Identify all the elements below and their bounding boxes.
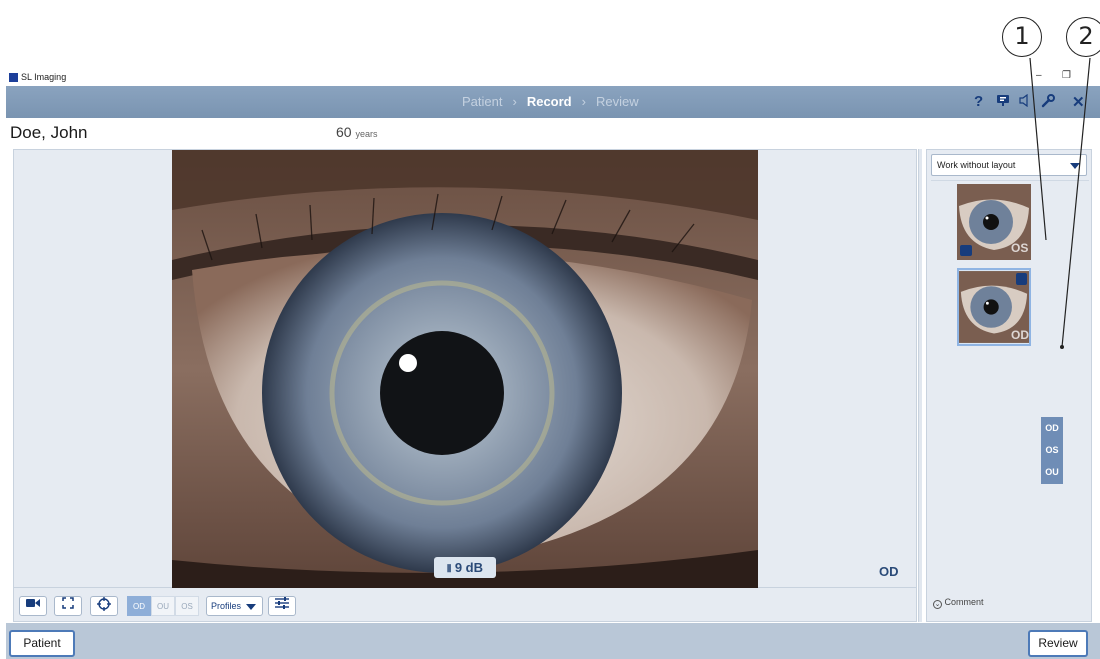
chevron-down-icon — [246, 604, 256, 610]
review-button[interactable]: Review — [1028, 630, 1088, 657]
video-icon — [960, 245, 972, 256]
crosshair-icon — [97, 597, 111, 614]
fullscreen-icon — [62, 597, 74, 612]
layout-select[interactable]: Work without layout — [931, 154, 1087, 176]
callout-1: 1 — [1002, 17, 1042, 57]
app-icon — [9, 73, 18, 82]
thumbnail-laterality: OS — [1011, 241, 1029, 255]
delete-icon[interactable] — [1016, 273, 1027, 285]
close-icon[interactable]: ✕ — [1072, 93, 1085, 111]
patient-name: Doe, John — [10, 123, 88, 142]
thumbnail-od-selected[interactable]: OD — [957, 268, 1031, 346]
help-icon[interactable]: ? — [974, 93, 983, 110]
step-patient[interactable]: Patient — [462, 94, 502, 109]
step-record[interactable]: Record — [527, 94, 572, 109]
screenshot: 1 2 SL Imaging – ❐ Patient › Record › Review… — [0, 0, 1100, 659]
patient-button[interactable]: Patient — [9, 630, 75, 657]
image-viewer[interactable]: ⫴ 9 dB OD — [13, 149, 917, 589]
segment-od[interactable]: OD — [127, 596, 151, 616]
restore-button[interactable]: ❐ — [1062, 70, 1071, 81]
chevron-down-circle-icon: ⌄ — [933, 600, 942, 609]
minimize-button[interactable]: – — [1036, 70, 1042, 81]
thumbnail-laterality: OD — [1011, 328, 1029, 342]
gain-value: 9 dB — [454, 560, 483, 575]
age-value: 60 — [336, 124, 352, 140]
callout-2: 2 — [1066, 17, 1100, 57]
comment-label: Comment — [944, 597, 984, 607]
breadcrumb: Patient › Record › Review — [462, 94, 639, 109]
laterality-option-ou[interactable]: OU — [1041, 461, 1063, 483]
settings-sliders-button[interactable] — [268, 596, 296, 616]
profiles-dropdown[interactable]: Profiles — [206, 596, 263, 616]
monitor-icon[interactable] — [996, 94, 1010, 111]
app-title: SL Imaging — [21, 72, 67, 82]
age-unit: years — [355, 129, 378, 139]
title-bar: SL Imaging – ❐ — [6, 70, 1100, 86]
patient-bar: Doe, John 60 years — [6, 118, 1100, 144]
chevron-down-icon — [1070, 163, 1080, 169]
crosshair-button[interactable] — [90, 596, 118, 616]
patient-age: 60 years — [336, 124, 377, 140]
segment-ou[interactable]: OU — [151, 596, 175, 616]
layout-select-value: Work without layout — [937, 160, 1016, 170]
image-gallery-panel: Work without layout OS OD OD OS OU ⌄ Com… — [926, 149, 1092, 622]
eye-image — [172, 150, 758, 589]
thumbnail-os[interactable]: OS — [957, 184, 1031, 260]
wrench-icon[interactable] — [1040, 93, 1056, 113]
comment-toggle[interactable]: ⌄ Comment — [933, 597, 984, 609]
nav-bar: Patient › Record › Review ? ✕ — [6, 86, 1100, 118]
laterality-option-os[interactable]: OS — [1041, 439, 1063, 461]
panel-splitter[interactable] — [918, 149, 922, 622]
app-window: SL Imaging – ❐ Patient › Record › Review ? ✕… — [6, 70, 1100, 659]
audio-level-icon: ⫴ — [447, 564, 452, 575]
speaker-icon[interactable] — [1019, 93, 1029, 111]
laterality-menu: OD OS OU — [1041, 417, 1063, 484]
capture-toolbar: OD OU OS Profiles — [13, 588, 917, 622]
video-camera-button[interactable] — [19, 596, 47, 616]
video-camera-icon — [26, 599, 40, 611]
bottom-bar: Patient Review — [6, 623, 1100, 659]
fullscreen-button[interactable] — [54, 596, 82, 616]
segment-os[interactable]: OS — [175, 596, 199, 616]
thumbnail-list: OS OD OD OS OU — [931, 180, 1089, 585]
gain-badge: ⫴ 9 dB — [434, 557, 496, 578]
laterality-option-od[interactable]: OD — [1041, 417, 1063, 439]
breadcrumb-separator: › — [512, 94, 517, 109]
laterality-label: OD — [879, 564, 899, 579]
sliders-icon — [275, 597, 289, 612]
breadcrumb-separator: › — [581, 94, 586, 109]
profiles-label: Profiles — [211, 601, 242, 611]
step-review[interactable]: Review — [596, 94, 639, 109]
